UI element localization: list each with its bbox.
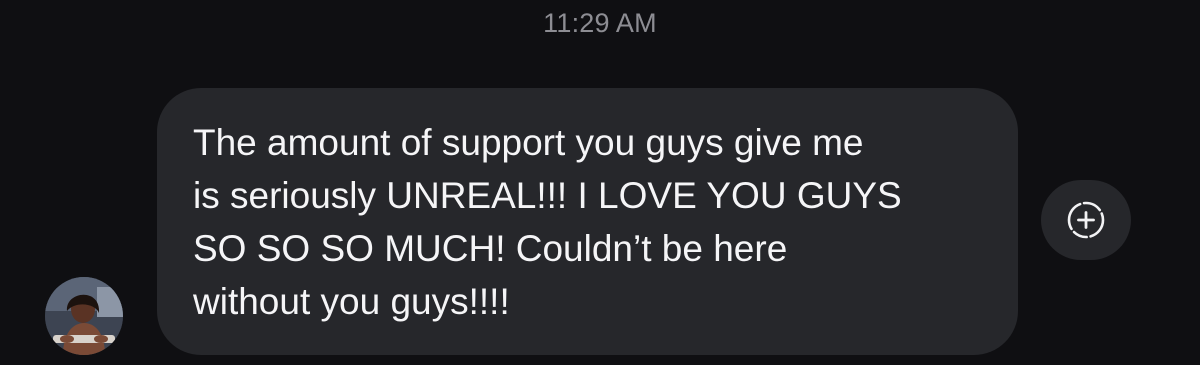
sender-avatar[interactable] (45, 277, 123, 355)
avatar-photo (45, 277, 123, 355)
message-text: The amount of support you guys give me i… (193, 122, 902, 322)
message-bubble[interactable]: The amount of support you guys give me i… (157, 88, 1018, 355)
add-reaction-button[interactable] (1041, 180, 1131, 260)
message-timestamp: 11:29 AM (543, 8, 657, 38)
add-reaction-icon (1067, 201, 1105, 239)
